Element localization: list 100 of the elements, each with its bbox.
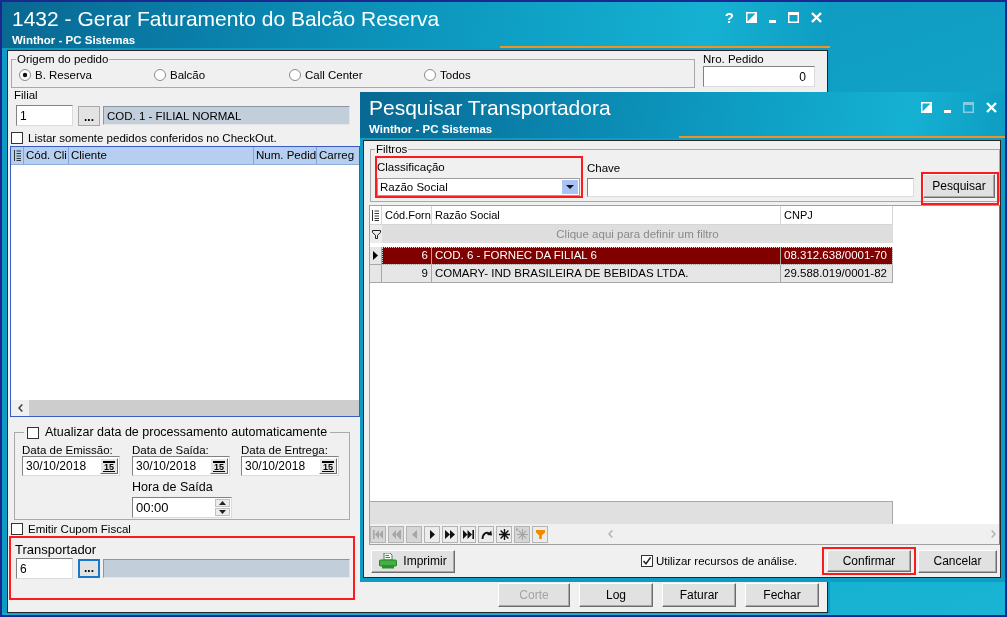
calendar-button[interactable]: 15 [210,458,228,474]
lookup-button[interactable]: ... [78,105,100,126]
radio-label: Call Center [305,68,363,82]
refresh-button[interactable] [478,525,494,543]
print-button[interactable]: Imprimir [371,549,455,573]
sparkle-icon [516,528,528,540]
skip-to-end-icon [462,529,474,539]
action-button[interactable]: Fechar [745,583,819,607]
window-title: 1432 - Gerar Faturamento do Balcão Reserva [12,7,440,31]
group-label: Filtros [375,143,409,156]
chevron-left-icon[interactable] [17,404,23,412]
dropdown-button[interactable] [562,180,578,194]
double-left-arrow-icon [391,529,401,539]
column-header[interactable]: Cód.Forn [382,206,432,225]
next-record-button[interactable] [424,525,440,543]
action-button[interactable]: Confirmar [827,550,911,572]
up-triangle-icon [219,501,226,505]
radio-label: B. Reserva [35,68,92,82]
funnel-icon [535,529,545,539]
window-subtitle: Winthor - PC Sistemas [12,34,137,47]
insert-record-button[interactable] [496,525,512,543]
spin-up-button[interactable] [215,499,230,507]
field-label: Data de Saída: [132,444,210,456]
radio-label: Balcão [170,68,206,82]
column-list-icon[interactable] [372,209,379,221]
input-field[interactable]: 0 [703,66,815,87]
input-field[interactable]: 1 [16,105,73,126]
next-page-button[interactable] [442,525,458,543]
column-header[interactable]: Carreg [316,147,359,164]
horizontal-scrollbar[interactable] [11,400,359,416]
half-filled-square-icon[interactable] [921,102,932,113]
column-header[interactable]: Num. Pedid [253,147,316,164]
field-label: Data de Entrega: [241,444,329,456]
date-field[interactable]: 30/10/2018 15 [241,456,339,476]
double-right-arrow-icon [445,529,455,539]
input-field[interactable]: 6 [16,558,73,579]
checkbox-label: Listar somente pedidos conferidos no CheckOut. [28,131,277,145]
down-triangle-icon [219,510,226,514]
action-button[interactable]: Faturar [662,583,736,607]
field-label: Data de Emissão: [22,444,114,456]
refresh-icon [480,529,492,539]
row-indicator[interactable] [370,247,382,265]
column-header[interactable]: Cliente [68,147,253,164]
calendar-button[interactable]: 15 [319,458,337,474]
table-row[interactable]: 6 COD. 6 - FORNEC DA FILIAL 6 08.312.638/0001-70 [382,247,893,265]
column-header[interactable]: CNPJ [781,206,893,225]
group-label: Origem do pedido [16,53,110,66]
funnel-icon[interactable] [371,229,381,239]
table-cell: 29.588.019/0001-82 [781,265,893,283]
column-header[interactable]: Razão Social [432,206,781,225]
field-label: Hora de Saída [132,480,213,495]
checkbox-label: Emitir Cupom Fiscal [28,522,131,536]
radio-button[interactable] [424,69,436,81]
right-triangle-icon [429,529,435,539]
close-icon[interactable] [986,102,997,113]
caret-down-icon [566,185,574,189]
date-field[interactable]: 30/10/2018 15 [132,456,230,476]
lookup-button[interactable]: ... [78,559,100,578]
checkbox[interactable] [641,555,653,567]
field-label: Nro. Pedido [703,53,765,66]
field-label: Classificação [377,161,446,174]
input-field[interactable] [587,178,914,197]
printer-icon [379,553,398,569]
table-row[interactable]: 9 COMARY- IND BRASILEIRA DE BEBIDAS LTDA. 29.588.019/0001-82 [382,265,893,283]
filter-button[interactable] [532,525,548,543]
checkbox-label: Atualizar data de processamento automaticamente [45,425,328,440]
spin-down-button[interactable] [215,508,230,516]
field-label: Transportador [15,542,97,557]
checkbox[interactable] [27,426,39,439]
table-cell: 9 [382,265,432,283]
half-filled-square-icon[interactable] [746,12,757,23]
action-button[interactable]: Cancelar [918,549,997,573]
radio-label: Todos [440,68,471,82]
current-row-icon [373,251,378,260]
window-title: Pesquisar Transportadora [369,96,611,120]
date-field[interactable]: 30/10/2018 15 [22,456,120,476]
close-icon[interactable] [811,12,822,23]
field-label: Filial [14,89,38,102]
radio-button[interactable] [19,69,31,81]
checkbox[interactable] [11,132,23,144]
skip-to-start-icon [373,529,383,539]
search-button[interactable]: Pesquisar [923,174,995,198]
table-cell: COMARY- IND BRASILEIRA DE BEBIDAS LTDA. [432,265,781,283]
action-button[interactable]: Log [579,583,653,607]
radio-button[interactable] [289,69,301,81]
last-record-button[interactable] [460,525,476,543]
column-list-icon[interactable] [13,150,21,161]
checkbox-label: Utilizar recursos de análise. [656,554,798,568]
radio-button[interactable] [154,69,166,81]
column-header[interactable]: Cód. Cli [23,147,68,164]
window-subtitle: Winthor - PC Sistemas [369,123,494,136]
asterisk-icon [498,528,510,540]
time-field[interactable]: 00:00 [132,497,232,518]
checkbox[interactable] [11,523,23,535]
field-label: Chave [587,162,622,175]
chevron-right-icon[interactable] [991,530,996,538]
dropdown-field[interactable]: Razão Social [377,178,580,196]
description-field: COD. 1 - FILIAL NORMAL [103,106,350,125]
left-triangle-icon [411,529,417,539]
calendar-button[interactable]: 15 [100,458,118,474]
